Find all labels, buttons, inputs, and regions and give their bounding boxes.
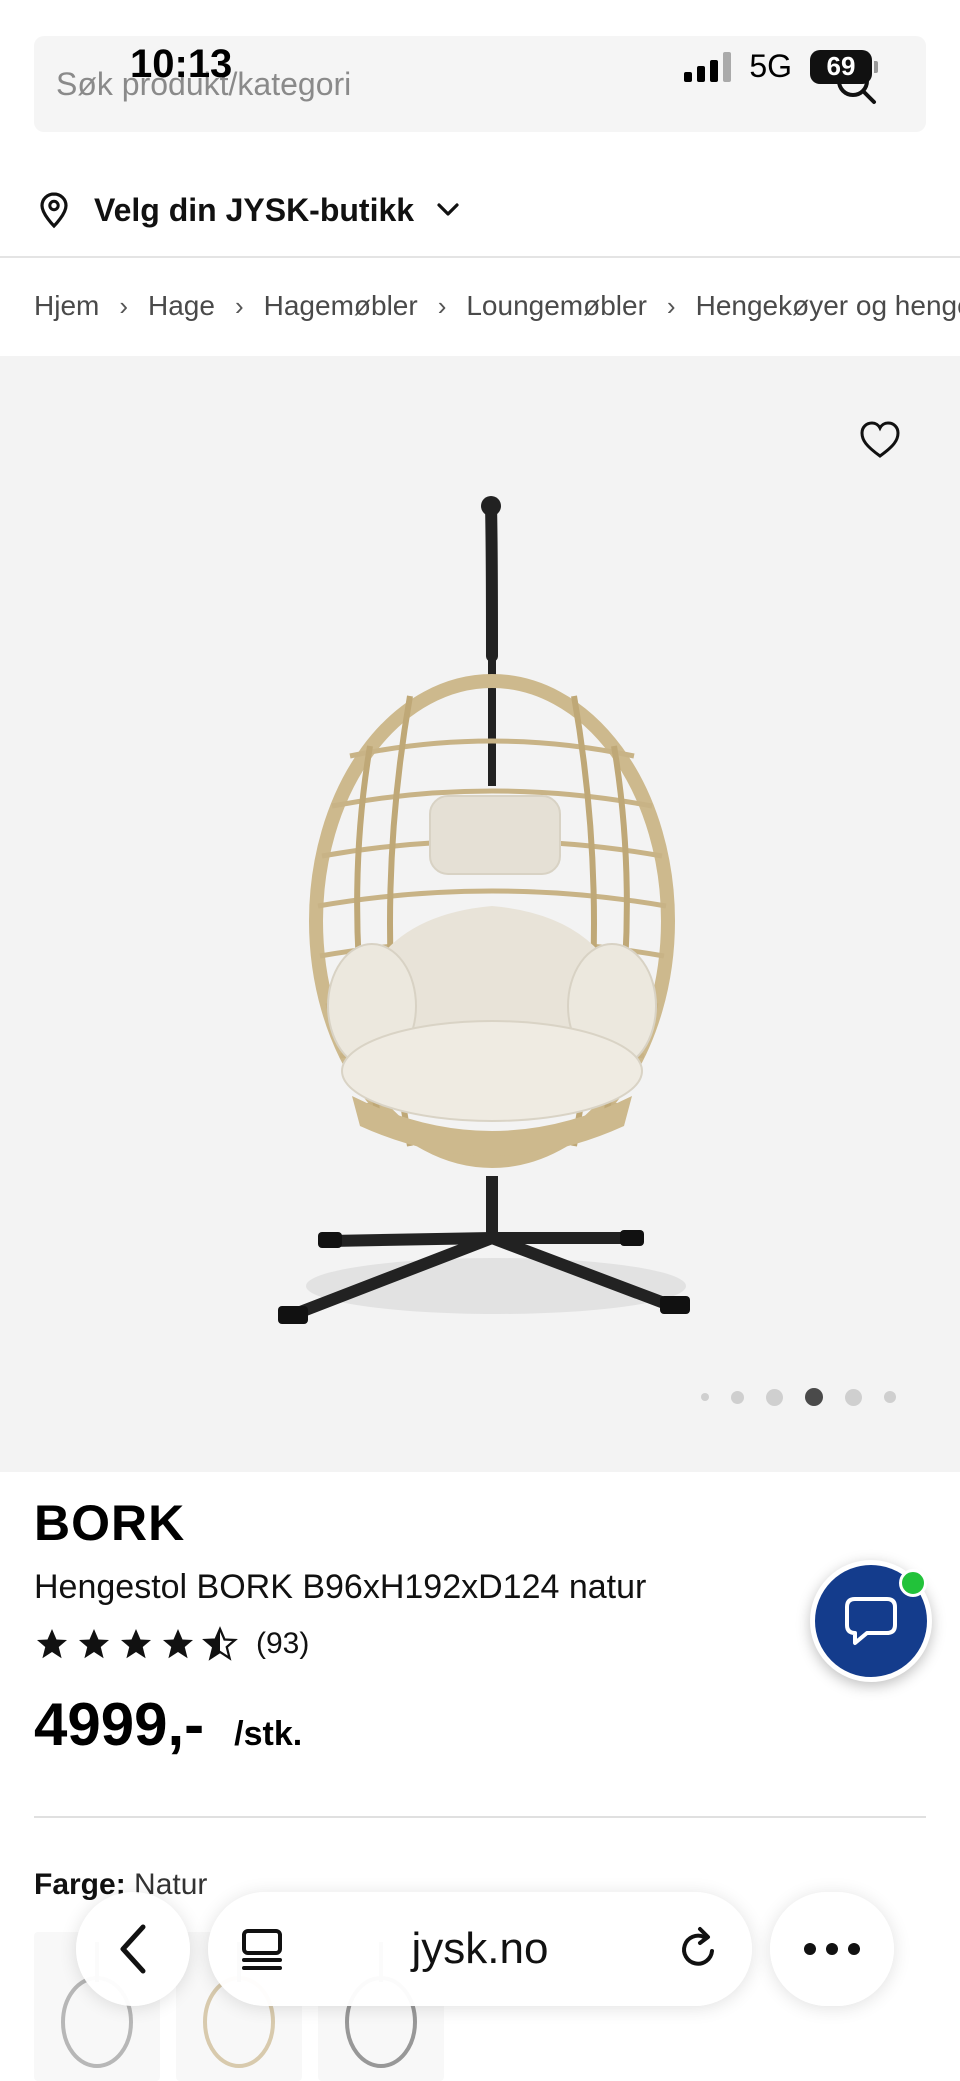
store-selector[interactable]: Velg din JYSK-butikk: [34, 180, 462, 240]
breadcrumb-hanging-chairs[interactable]: Hengekøyer og hengestoler: [696, 290, 960, 322]
chat-bubble-icon: [845, 1597, 897, 1645]
gallery-pagination: [701, 1388, 896, 1406]
breadcrumb-separator-icon: ›: [666, 290, 676, 321]
product-rating[interactable]: (93): [34, 1626, 309, 1662]
price-row: 4999,- /stk.: [34, 1690, 302, 1759]
product-image-gallery[interactable]: [0, 356, 960, 1472]
star-full-icon: [37, 1629, 67, 1659]
location-pin-icon: [40, 192, 68, 229]
online-status-dot: [899, 1569, 927, 1597]
product-name: Hengestol BORK B96xH192xD124 natur: [34, 1568, 647, 1606]
breadcrumb-lounge-furniture[interactable]: Loungemøbler: [466, 290, 647, 322]
breadcrumb-separator-icon: ›: [119, 290, 129, 321]
gallery-dot[interactable]: [731, 1390, 744, 1404]
star-full-icon: [163, 1629, 193, 1659]
hanging-chair-image: [278, 496, 690, 1324]
search-input[interactable]: Søk produkt/kategori: [34, 36, 926, 132]
breadcrumb-garden-furniture[interactable]: Hagemøbler: [264, 290, 418, 322]
breadcrumb-separator-icon: ›: [234, 290, 244, 321]
review-count[interactable]: (93): [256, 1627, 309, 1661]
breadcrumb-home[interactable]: Hjem: [34, 290, 99, 322]
breadcrumb-garden[interactable]: Hage: [148, 290, 215, 322]
price-unit: /stk.: [234, 1715, 303, 1753]
url-text[interactable]: jysk.no: [412, 1924, 549, 1974]
reader-tabs-icon[interactable]: [238, 1925, 286, 1973]
breadcrumb: Hjem › Hage › Hagemøbler › Loungemøbler …: [34, 286, 960, 326]
gallery-dot[interactable]: [845, 1388, 862, 1406]
header-divider: [0, 256, 960, 258]
ellipsis-icon: [804, 1943, 860, 1955]
gallery-dot[interactable]: [701, 1393, 709, 1401]
chat-button[interactable]: [810, 1560, 932, 1682]
gallery-dot[interactable]: [884, 1391, 896, 1403]
product-price: 4999,-: [34, 1691, 205, 1758]
gallery-dot-active[interactable]: [805, 1388, 823, 1406]
gallery-dot[interactable]: [766, 1388, 783, 1406]
more-options-button[interactable]: [770, 1892, 894, 2006]
section-divider: [34, 1816, 926, 1818]
star-half-icon: [202, 1626, 238, 1661]
back-button[interactable]: [76, 1892, 190, 2006]
search-icon[interactable]: [832, 60, 880, 108]
address-bar[interactable]: jysk.no: [208, 1892, 752, 2006]
chevron-left-icon: [120, 1924, 146, 1974]
heart-icon[interactable]: [858, 418, 902, 462]
chevron-down-icon: [437, 203, 459, 216]
store-label: Velg din JYSK-butikk: [94, 191, 415, 228]
reload-icon[interactable]: [674, 1925, 722, 1973]
product-brand: BORK: [34, 1495, 186, 1551]
search-placeholder: Søk produkt/kategori: [56, 66, 352, 102]
breadcrumb-separator-icon: ›: [437, 290, 447, 321]
star-full-icon: [121, 1629, 151, 1659]
star-full-icon: [79, 1629, 109, 1659]
